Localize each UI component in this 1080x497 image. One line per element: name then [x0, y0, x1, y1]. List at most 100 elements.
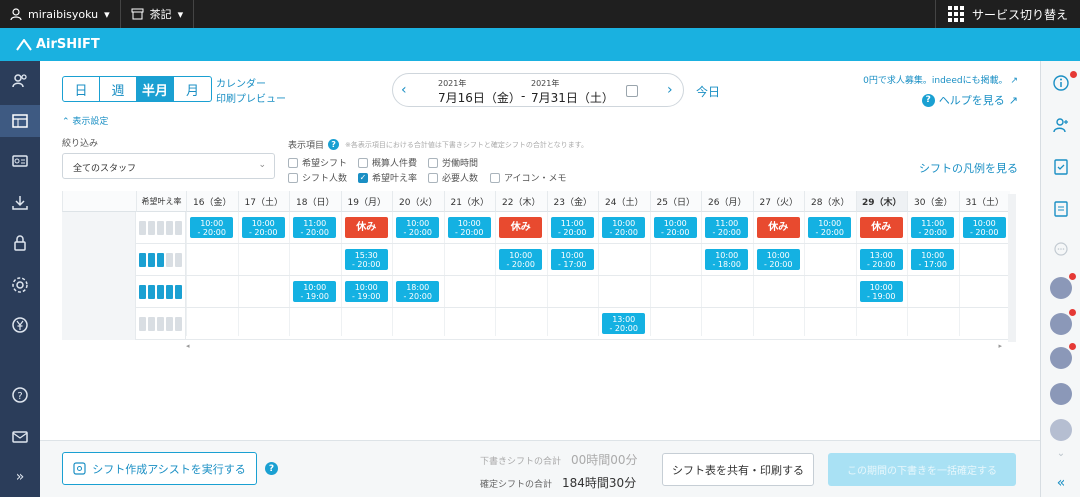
checkbox-icon-memo[interactable]: アイコン・メモ — [490, 171, 567, 184]
day-off-chip[interactable]: 休み — [859, 217, 903, 238]
checkbox-wish-rate[interactable]: ✓ 希望叶え率 — [358, 171, 417, 184]
day-column-header[interactable]: 26（月） — [701, 191, 753, 212]
avatar[interactable] — [1050, 383, 1072, 405]
avatar[interactable] — [1050, 277, 1072, 299]
shift-chip[interactable]: 10:00 - 19:00 — [859, 281, 903, 302]
shift-legend-link[interactable]: シフトの凡例を見る — [919, 160, 1018, 176]
service-switch-button[interactable]: サービス切り替え — [934, 0, 1080, 28]
share-print-button[interactable]: シフト表を共有・印刷する — [662, 453, 814, 486]
nav-staff-icon[interactable] — [0, 65, 40, 97]
collapse-icon[interactable]: « — [1049, 471, 1073, 495]
nav-yen-icon[interactable] — [0, 309, 40, 341]
recruit-link[interactable]: 0円で求人募集。indeedにも掲載。 ↗ — [863, 73, 1018, 86]
day-off-chip[interactable]: 休み — [756, 217, 800, 238]
checkbox-shift-count[interactable]: シフト人数 — [288, 171, 347, 184]
shift-chip[interactable]: 11:00 - 20:00 — [705, 217, 749, 238]
nav-mail-icon[interactable] — [0, 421, 40, 453]
tab-week[interactable]: 週 — [100, 77, 137, 101]
scroll-left-icon[interactable]: ◂ — [186, 342, 190, 350]
nav-lock-icon[interactable] — [0, 227, 40, 259]
nav-id-card-icon[interactable] — [0, 145, 40, 177]
shift-chip[interactable]: 11:00 - 20:00 — [550, 217, 594, 238]
end-date[interactable]: 7月31日（土） — [531, 89, 614, 106]
day-column-header[interactable]: 17（土） — [237, 191, 289, 212]
next-period-icon[interactable]: › — [667, 82, 673, 98]
day-column-header[interactable]: 18（日） — [289, 191, 341, 212]
avatar[interactable] — [1050, 313, 1072, 335]
day-column-header[interactable]: 27（火） — [752, 191, 804, 212]
shift-chip[interactable]: 13:00 - 20:00 — [859, 249, 903, 270]
avatar[interactable] — [1050, 347, 1072, 369]
shift-chip[interactable]: 10:00 - 20:00 — [808, 217, 852, 238]
shift-chip[interactable]: 10:00 - 20:00 — [756, 249, 800, 270]
tab-day[interactable]: 日 — [63, 77, 100, 101]
shift-chip[interactable]: 10:00 - 20:00 — [653, 217, 697, 238]
shift-chip[interactable]: 10:00 - 19:00 — [293, 281, 337, 302]
shift-chip[interactable]: 10:00 - 20:00 — [499, 249, 543, 270]
shift-chip[interactable]: 10:00 - 20:00 — [447, 217, 491, 238]
shift-chip[interactable]: 10:00 - 20:00 — [241, 217, 285, 238]
confirm-all-drafts-button[interactable]: この期間の下書きを一括確定する — [828, 453, 1016, 486]
checkbox-labor-cost[interactable]: 概算人件費 — [358, 156, 417, 169]
chat-icon[interactable] — [1049, 237, 1073, 261]
day-column-header[interactable]: 30（金） — [907, 191, 959, 212]
prev-period-icon[interactable]: ‹ — [401, 82, 407, 98]
staff-filter-select[interactable]: 全てのスタッフ ⌄ — [62, 153, 275, 179]
nav-expand-icon[interactable]: » — [0, 461, 40, 493]
shift-chip[interactable]: 11:00 - 20:00 — [293, 217, 337, 238]
calendar-checkbox[interactable] — [626, 85, 638, 97]
shift-chip[interactable]: 10:00 - 18:00 — [705, 249, 749, 270]
avatar[interactable] — [1050, 419, 1072, 441]
checkbox-work-hours[interactable]: 労働時間 — [428, 156, 478, 169]
day-column-header[interactable]: 31（土） — [958, 191, 1010, 212]
user-menu[interactable]: miraibisyoku ▾ — [0, 0, 121, 28]
shift-chip[interactable]: 15:30 - 20:00 — [344, 249, 388, 270]
display-settings-toggle[interactable]: ⌃ 表示設定 — [62, 114, 108, 127]
checkbox-wish-shift[interactable]: 希望シフト — [288, 156, 347, 169]
day-column-header[interactable]: 21（水） — [443, 191, 495, 212]
day-column-header[interactable]: 20（火） — [392, 191, 444, 212]
staff-name-cell[interactable] — [62, 276, 136, 308]
staff-name-cell[interactable] — [62, 212, 136, 244]
nav-shift-table-icon[interactable] — [0, 105, 40, 137]
day-column-header[interactable]: 28（水） — [804, 191, 856, 212]
shift-chip[interactable]: 11:00 - 20:00 — [911, 217, 955, 238]
tab-month[interactable]: 月 — [174, 77, 211, 101]
day-column-header[interactable]: 29（木） — [855, 191, 907, 212]
document-icon[interactable] — [1049, 197, 1073, 221]
today-button[interactable]: 今日 — [696, 83, 720, 100]
day-column-header[interactable]: 25（日） — [649, 191, 701, 212]
checkbox-required-count[interactable]: 必要人数 — [428, 171, 478, 184]
day-column-header[interactable]: 16（金） — [186, 191, 238, 212]
shift-check-icon[interactable] — [1049, 155, 1073, 179]
day-column-header[interactable]: 24（土） — [598, 191, 650, 212]
store-menu[interactable]: 茶記 ▾ — [121, 0, 195, 28]
shift-chip[interactable]: 10:00 - 20:00 — [602, 217, 646, 238]
vertical-scrollbar[interactable] — [1008, 194, 1016, 342]
shift-chip[interactable]: 18:00 - 20:00 — [396, 281, 440, 302]
nav-download-icon[interactable] — [0, 187, 40, 219]
staff-name-cell[interactable] — [62, 244, 136, 276]
shift-chip[interactable]: 10:00 - 20:00 — [190, 217, 234, 238]
day-column-header[interactable]: 19（月） — [340, 191, 392, 212]
shift-chip[interactable]: 10:00 - 19:00 — [344, 281, 388, 302]
shift-chip[interactable]: 10:00 - 20:00 — [396, 217, 440, 238]
start-date[interactable]: 7月16日（金） — [438, 89, 521, 106]
scroll-right-icon[interactable]: ▸ — [998, 342, 1002, 350]
help-icon[interactable]: ? — [265, 462, 278, 475]
day-column-header[interactable]: 23（金） — [546, 191, 598, 212]
shift-chip[interactable]: 10:00 - 20:00 — [962, 217, 1006, 238]
day-off-chip[interactable]: 休み — [499, 217, 543, 238]
day-column-header[interactable]: 22（木） — [495, 191, 547, 212]
shift-chip[interactable]: 10:00 - 17:00 — [550, 249, 594, 270]
staff-name-cell[interactable] — [62, 308, 136, 340]
print-preview-link[interactable]: 印刷プレビュー — [216, 92, 286, 107]
calendar-link[interactable]: カレンダー — [216, 77, 286, 92]
shift-chip[interactable]: 10:00 - 17:00 — [911, 249, 955, 270]
nav-settings-gear-icon[interactable] — [0, 269, 40, 301]
horizontal-scrollbar[interactable]: ◂ ▸ — [186, 342, 1016, 350]
shift-chip[interactable]: 13:00 - 20:00 — [602, 313, 646, 334]
add-staff-icon[interactable] — [1049, 113, 1073, 137]
tab-half-month[interactable]: 半月 — [137, 77, 174, 101]
shift-assist-button[interactable]: シフト作成アシストを実行する — [62, 452, 257, 485]
